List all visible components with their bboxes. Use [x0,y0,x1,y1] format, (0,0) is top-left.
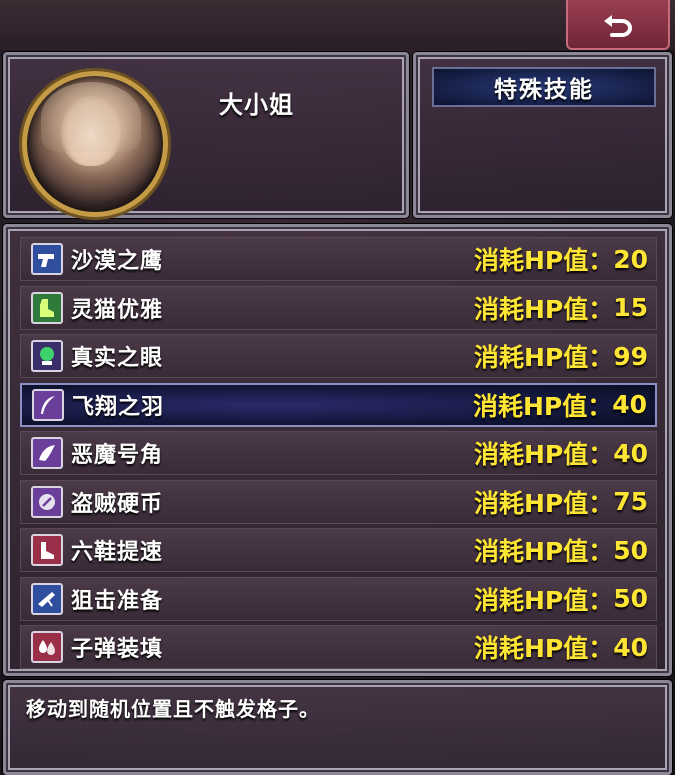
skill-cost: 消耗HP值： 99 [474,335,648,377]
skill-cost-label: 消耗HP值： [473,488,614,518]
skill-cost: 消耗HP值： 40 [473,385,647,425]
skill-cost-value: 75 [613,487,648,516]
description-panel: 移动到随机位置且不触发格子。 [3,680,672,775]
skill-cost-value: 15 [613,293,648,322]
skill-description: 移动到随机位置且不触发格子。 [26,697,320,721]
skill-cost-label: 消耗HP值： [473,343,614,372]
coin-icon [31,485,63,518]
skill-cost-value: 50 [613,535,648,565]
back-button[interactable] [566,0,670,50]
back-arrow-icon [604,15,632,37]
skill-cost-value: 50 [613,584,648,613]
skill-name: 灵猫优雅 [71,297,164,323]
skill-name: 真实之眼 [71,346,164,371]
special-skill-panel: 特殊技能 [413,52,672,218]
skill-cost-label: 消耗HP值： [473,585,614,615]
skill-row[interactable]: 恶魔号角 消耗HP值： 40 [20,431,657,475]
rifle-icon [31,582,63,615]
skill-name: 飞翔之羽 [72,394,165,420]
skill-cost-value: 20 [613,244,648,274]
skill-cost: 消耗HP值： 75 [474,481,648,523]
skill-row[interactable]: 沙漠之鹰 消耗HP值： 20 [20,237,657,281]
skill-row[interactable]: 狙击准备 消耗HP值： 50 [20,576,657,621]
bullets-icon [31,631,63,663]
skill-cost: 消耗HP值： 40 [474,432,648,474]
skill-cost-label: 消耗HP值： [473,537,614,566]
pistol-icon [31,243,63,275]
feather-icon [32,388,64,421]
skill-cost-value: 99 [613,341,648,371]
skill-row[interactable]: 真实之眼 消耗HP值： 99 [20,334,657,378]
skill-row[interactable]: 盗贼硬币 消耗HP值： 75 [20,479,657,524]
horn-icon [31,437,63,469]
skill-list-panel: 沙漠之鹰 消耗HP值： 20 灵猫优雅 消耗HP值： 15 真实之眼 消耗HP值： 99 飞翔之羽… [3,224,672,676]
skill-cost: 消耗HP值： 50 [474,529,648,571]
special-skill-header: 特殊技能 [432,67,656,107]
character-name: 大小姐 [219,91,294,119]
shoe-icon [31,534,63,566]
skill-name: 狙击准备 [71,588,164,614]
character-panel: 大小姐 [3,52,409,218]
skill-cost-value: 40 [613,438,648,468]
skill-name: 恶魔号角 [71,443,164,468]
skill-cost: 消耗HP值： 50 [474,578,648,620]
skill-cost: 消耗HP值： 20 [474,238,648,280]
boot-icon [31,291,63,324]
skill-row[interactable]: 灵猫优雅 消耗HP值： 15 [20,285,657,330]
character-portrait [22,71,168,217]
skill-cost-label: 消耗HP值： [473,294,614,324]
skill-cost-label: 消耗HP值： [472,391,613,421]
skill-cost-label: 消耗HP值： [473,440,614,469]
skill-cost-label: 消耗HP值： [473,634,614,663]
skill-name: 沙漠之鹰 [71,249,164,274]
skill-row[interactable]: 子弹装填 消耗HP值： 40 [20,625,657,669]
skill-list: 沙漠之鹰 消耗HP值： 20 灵猫优雅 消耗HP值： 15 真实之眼 消耗HP值： 99 飞翔之羽… [20,237,657,674]
skill-row[interactable]: 飞翔之羽 消耗HP值： 40 [20,382,657,427]
skill-name: 六鞋提速 [71,540,164,565]
skill-cost-value: 40 [613,632,648,662]
skill-cost-value: 40 [612,390,647,419]
skill-name: 盗贼硬币 [71,491,164,517]
skill-row[interactable]: 六鞋提速 消耗HP值： 50 [20,528,657,572]
crystal-ball-icon [31,340,63,372]
skill-cost: 消耗HP值： 40 [474,626,648,668]
skill-cost: 消耗HP值： 15 [474,287,648,329]
skill-cost-label: 消耗HP值： [473,246,614,275]
skill-name: 子弹装填 [71,637,164,662]
